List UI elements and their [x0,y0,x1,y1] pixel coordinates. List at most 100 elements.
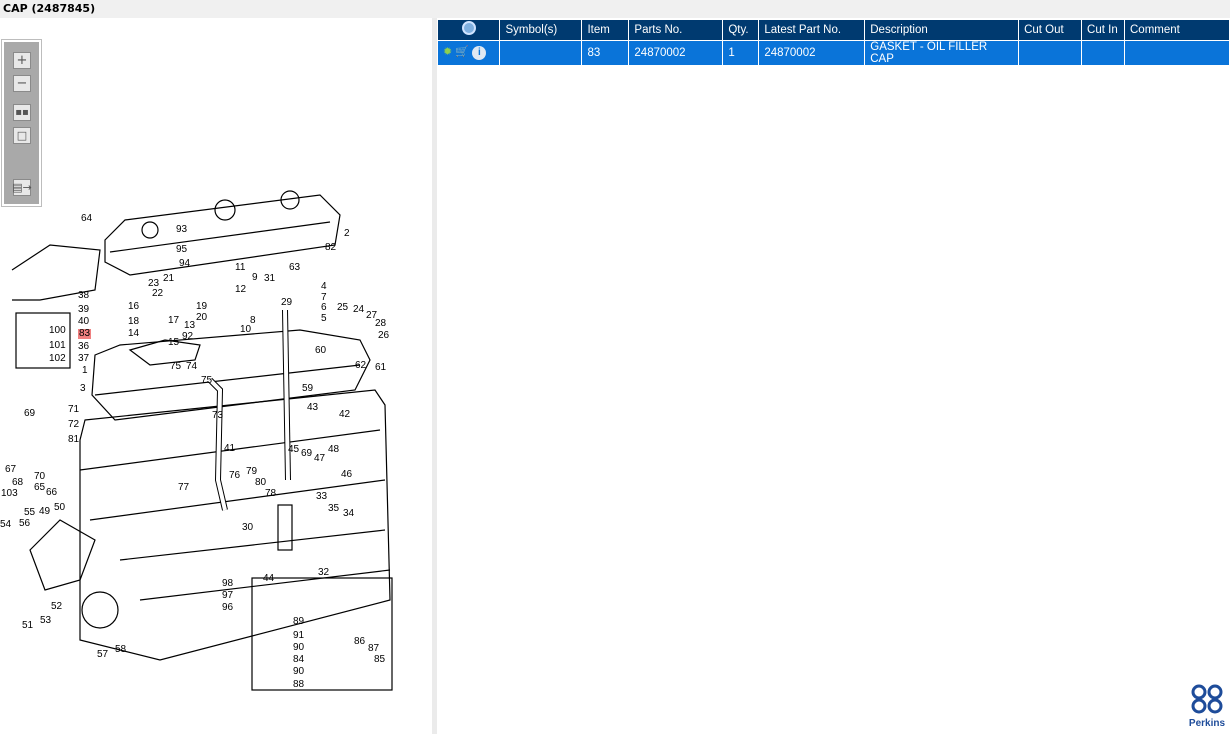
callout-95[interactable]: 95 [176,245,187,255]
diagram-panel[interactable]: 64 2 93 95 82 94 11 63 9 31 4 21 23 12 7 38 22 19 29 25 24 6 1… [0,18,432,734]
callout-52[interactable]: 52 [51,602,62,612]
callout-86[interactable]: 86 [354,637,365,647]
callout-74[interactable]: 74 [186,362,197,372]
callout-94[interactable]: 94 [179,259,190,269]
callout-50[interactable]: 50 [54,503,65,513]
callout-78[interactable]: 78 [265,489,276,499]
callout-42[interactable]: 42 [339,410,350,420]
callout-90[interactable]: 90 [293,667,304,677]
callout-75[interactable]: 75 [170,362,181,372]
callout-17[interactable]: 17 [168,316,179,326]
column-header-item[interactable]: Item [581,20,630,40]
callout-40[interactable]: 40 [78,317,89,327]
callout-100[interactable]: 100 [49,326,66,336]
callout-77[interactable]: 77 [178,483,189,493]
callout-65[interactable]: 65 [34,483,45,493]
callout-71[interactable]: 71 [68,405,79,415]
callout-41[interactable]: 41 [224,444,235,454]
callout-101[interactable]: 101 [49,341,66,351]
callout-18[interactable]: 18 [128,317,139,327]
callout-22[interactable]: 22 [152,289,163,299]
callout-10[interactable]: 10 [240,325,251,335]
callout-72[interactable]: 72 [68,420,79,430]
callout-96[interactable]: 96 [222,603,233,613]
callout-62[interactable]: 62 [355,361,366,371]
callout-84[interactable]: 84 [293,655,304,665]
callout-69[interactable]: 69 [301,449,312,459]
callout-44[interactable]: 44 [263,574,274,584]
column-header-latest-part-no[interactable]: Latest Part No. [758,20,866,40]
callout-81[interactable]: 81 [68,435,79,445]
callout-3[interactable]: 3 [80,384,86,394]
splitter[interactable] [432,18,437,734]
callout-4[interactable]: 4 [321,282,327,292]
table-row[interactable]: ✹ 🛒 i 83 24870002 1 24870002 GASKET - OI… [438,39,1230,65]
callout-75[interactable]: 75 [201,376,212,386]
callout-47[interactable]: 47 [314,454,325,464]
column-header-cut-in[interactable]: Cut In [1081,20,1125,40]
callout-38[interactable]: 38 [78,291,89,301]
callout-32[interactable]: 32 [318,568,329,578]
callout-79[interactable]: 79 [246,467,257,477]
callout-24[interactable]: 24 [353,305,364,315]
callout-83[interactable]: 83 [78,329,92,339]
callout-98[interactable]: 98 [222,579,233,589]
callout-64[interactable]: 64 [81,214,92,224]
callout-70[interactable]: 70 [34,472,45,482]
info-icon[interactable]: i [472,46,487,60]
export-list-button[interactable]: ▤→ [12,179,32,196]
callout-36[interactable]: 36 [78,342,89,352]
column-header-comment[interactable]: Comment [1124,20,1230,40]
callout-85[interactable]: 85 [374,655,385,665]
callout-63[interactable]: 63 [289,263,300,273]
callout-43[interactable]: 43 [307,403,318,413]
callout-55[interactable]: 55 [24,508,35,518]
callout-102[interactable]: 102 [49,354,66,364]
callout-76[interactable]: 76 [229,471,240,481]
callout-34[interactable]: 34 [343,509,354,519]
column-header-cut-out[interactable]: Cut Out [1018,20,1083,40]
column-header-search[interactable] [438,20,501,40]
callout-19[interactable]: 19 [196,302,207,312]
callout-39[interactable]: 39 [78,305,89,315]
callout-21[interactable]: 21 [163,274,174,284]
callout-97[interactable]: 97 [222,591,233,601]
callout-28[interactable]: 28 [375,319,386,329]
callout-12[interactable]: 12 [235,285,246,295]
callout-80[interactable]: 80 [255,478,266,488]
column-header-description[interactable]: Description [864,20,1020,40]
actual-size-button[interactable]: □ [13,127,31,144]
cart-icon[interactable]: 🛒 [455,46,469,58]
callout-89[interactable]: 89 [293,617,304,627]
callout-33[interactable]: 33 [316,492,327,502]
callout-103[interactable]: 103 [1,489,18,499]
callout-92[interactable]: 92 [182,332,193,342]
callout-53[interactable]: 53 [40,616,51,626]
callout-13[interactable]: 13 [184,321,195,331]
callout-51[interactable]: 51 [22,621,33,631]
callout-90[interactable]: 90 [293,643,304,653]
callout-57[interactable]: 57 [97,650,108,660]
callout-25[interactable]: 25 [337,303,348,313]
callout-20[interactable]: 20 [196,313,207,323]
zoom-in-button[interactable]: + [13,52,31,69]
callout-59[interactable]: 59 [302,384,313,394]
callout-87[interactable]: 87 [368,644,379,654]
callout-15[interactable]: 15 [168,338,179,348]
column-header-parts-no[interactable]: Parts No. [628,20,724,40]
callout-29[interactable]: 29 [281,298,292,308]
callout-61[interactable]: 61 [375,363,386,373]
callout-73[interactable]: 73 [212,411,223,421]
callout-2[interactable]: 2 [344,229,350,239]
callout-37[interactable]: 37 [78,354,89,364]
gear-icon[interactable]: ✹ [443,46,452,58]
callout-67[interactable]: 67 [5,465,16,475]
callout-6[interactable]: 6 [321,303,327,313]
callout-30[interactable]: 30 [242,523,253,533]
callout-26[interactable]: 26 [378,331,389,341]
column-header-symbols[interactable]: Symbol(s) [499,20,583,40]
callout-16[interactable]: 16 [128,302,139,312]
callout-69[interactable]: 69 [24,409,35,419]
callout-54[interactable]: 54 [0,520,11,530]
callout-66[interactable]: 66 [46,488,57,498]
